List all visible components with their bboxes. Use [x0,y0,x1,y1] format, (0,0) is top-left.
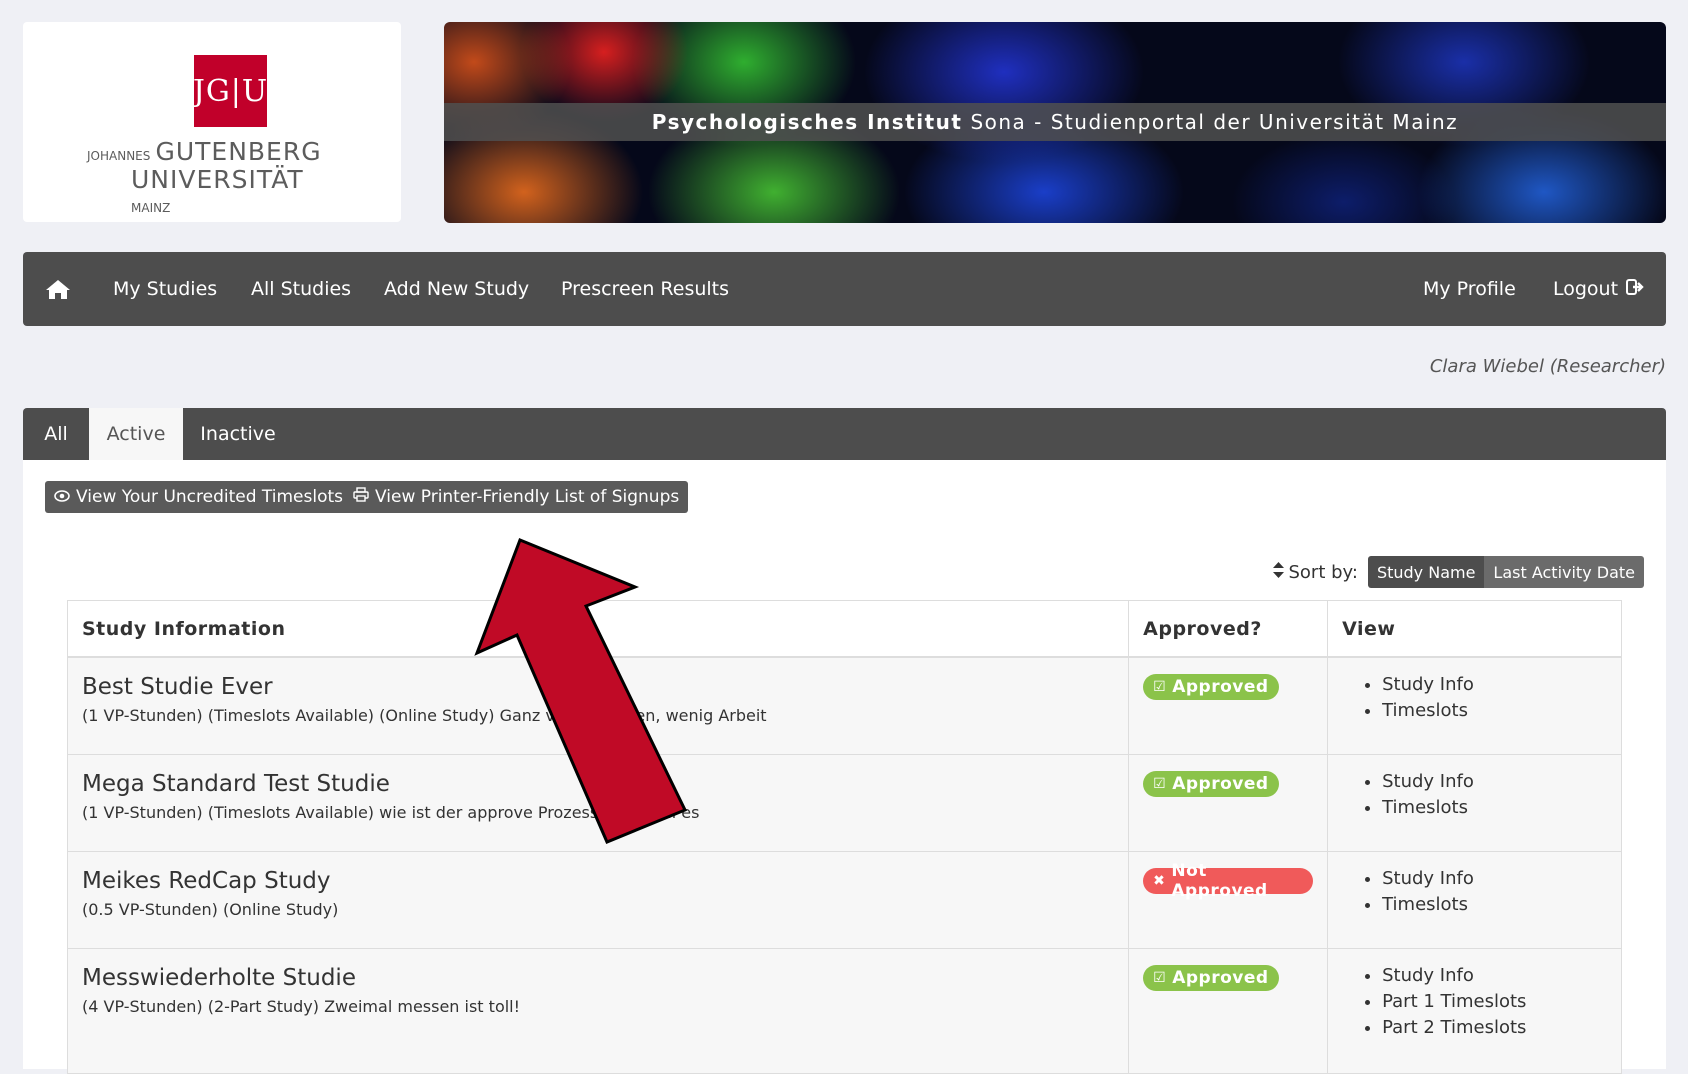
status-label: Approved [1172,774,1269,794]
tab-all[interactable]: All [23,408,89,460]
view-printer-friendly-button[interactable]: View Printer-Friendly List of Signups [344,481,689,513]
sort-study-name-button[interactable]: Study Name [1367,556,1485,588]
header-study-information: Study Information [66,600,1130,658]
logo-universitaet: UNIVERSITÄT [131,165,304,194]
approval-cell: ☑ Approved [1128,656,1329,755]
table-header-row: Study Information Approved? View [66,600,1622,658]
check-icon: ☑ [1153,776,1167,792]
link-study-info[interactable]: Study Info [1382,866,1607,892]
link-study-info[interactable]: Study Info [1382,769,1607,795]
link-study-info[interactable]: Study Info [1382,672,1607,698]
printer-label: View Printer-Friendly List of Signups [375,487,680,507]
study-title[interactable]: Meikes RedCap Study [82,868,1114,894]
university-name: JOHANNES GUTENBERG UNIVERSITÄT MAINZ [87,137,337,220]
approval-cell: ✖ Not Approved [1128,851,1329,949]
status-label: Approved [1172,677,1269,697]
study-description: (0.5 VP-Stunden) (Online Study) [82,900,339,919]
link-part1-timeslots[interactable]: Part 1 Timeslots [1382,989,1607,1015]
sort-label-wrap: Sort by: [1273,561,1358,583]
table-row: Meikes RedCap Study (0.5 VP-Stunden) (On… [66,851,1622,949]
nav-all-studies[interactable]: All Studies [251,252,351,326]
status-badge: ☑ Approved [1143,965,1279,991]
link-timeslots[interactable]: Timeslots [1382,892,1607,918]
logout-label: Logout [1553,278,1619,300]
studies-table: Study Information Approved? View Best St… [66,600,1622,1074]
sort-control: Sort by: Study Name Last Activity Date [1273,556,1644,588]
study-description: (4 VP-Stunden) (2-Part Study) Zweimal me… [82,997,521,1016]
study-info-cell: Messwiederholte Studie (4 VP-Stunden) (2… [66,948,1130,1074]
approval-cell: ☑ Approved [1128,754,1329,852]
link-timeslots[interactable]: Timeslots [1382,698,1607,724]
nav-add-new-study[interactable]: Add New Study [384,252,529,326]
table-row: Best Studie Ever (1 VP-Stunden) (Timeslo… [66,656,1622,755]
link-part2-timeslots[interactable]: Part 2 Timeslots [1382,1015,1607,1041]
view-cell: Study Info Part 1 Timeslots Part 2 Times… [1327,948,1622,1074]
tab-inactive[interactable]: Inactive [183,408,293,460]
logo-gutenberg: GUTENBERG [155,137,322,166]
nav-prescreen-results[interactable]: Prescreen Results [561,252,729,326]
close-icon: ✖ [1153,873,1166,889]
view-cell: Study Info Timeslots [1327,754,1622,852]
nav-logout[interactable]: Logout [1553,252,1644,326]
approval-cell: ☑ Approved [1128,948,1329,1074]
view-cell: Study Info Timeslots [1327,656,1622,755]
main-navbar: My Studies All Studies Add New Study Pre… [23,252,1666,326]
logo-mainz: MAINZ [131,201,171,215]
table-row: Mega Standard Test Studie (1 VP-Stunden)… [66,754,1622,852]
home-icon[interactable] [45,252,71,326]
header-view: View [1327,600,1622,658]
header-approved: Approved? [1128,600,1329,658]
study-info-cell: Mega Standard Test Studie (1 VP-Stunden)… [66,754,1130,852]
uncredited-label: View Your Uncredited Timeslots [76,487,344,507]
sort-label: Sort by: [1288,561,1358,583]
link-timeslots[interactable]: Timeslots [1382,795,1607,821]
study-description: (1 VP-Stunden) (Timeslots Available) (On… [82,706,767,725]
link-study-info[interactable]: Study Info [1382,963,1607,989]
nav-my-profile[interactable]: My Profile [1423,252,1516,326]
check-icon: ☑ [1153,970,1167,986]
university-logo: JG|U JOHANNES GUTENBERG UNIVERSITÄT MAIN… [23,22,401,222]
study-title[interactable]: Messwiederholte Studie [82,965,1114,991]
status-label: Not Approved [1171,861,1268,901]
view-uncredited-timeslots-button[interactable]: View Your Uncredited Timeslots [45,481,353,513]
study-info-cell: Best Studie Ever (1 VP-Stunden) (Timeslo… [66,656,1130,755]
sort-icon [1273,561,1285,583]
status-badge: ☑ Approved [1143,674,1279,700]
view-cell: Study Info Timeslots [1327,851,1622,949]
study-title[interactable]: Mega Standard Test Studie [82,771,1114,797]
sign-out-icon [1626,278,1644,300]
status-label: Approved [1172,968,1269,988]
logo-johannes: JOHANNES [87,149,151,163]
study-info-cell: Meikes RedCap Study (0.5 VP-Stunden) (On… [66,851,1130,949]
study-tabs: All Active Inactive [23,408,1666,460]
study-description: (1 VP-Stunden) (Timeslots Available) wie… [82,803,700,822]
printer-icon [353,487,369,507]
sort-last-activity-button[interactable]: Last Activity Date [1484,556,1644,588]
study-title[interactable]: Best Studie Ever [82,674,1114,700]
banner-title-rest: Sona - Studienportal der Universität Mai… [970,110,1459,134]
status-badge: ✖ Not Approved [1143,861,1314,901]
banner-title-bold: Psychologisches Institut [651,110,963,134]
main-content: View Your Uncredited Timeslots View Prin… [23,460,1666,1074]
banner-title: Psychologisches Institut Sona - Studienp… [444,103,1666,141]
check-icon: ☑ [1153,679,1167,695]
eye-icon [54,487,70,507]
current-user: Clara Wiebel (Researcher) [1429,356,1666,377]
jgu-mark: JG|U [193,55,267,127]
status-badge: ☑ Approved [1143,771,1279,797]
tab-active[interactable]: Active [89,408,183,460]
nav-my-studies[interactable]: My Studies [113,252,217,326]
table-row: Messwiederholte Studie (4 VP-Stunden) (2… [66,948,1622,1074]
header-banner: Psychologisches Institut Sona - Studienp… [444,22,1666,223]
